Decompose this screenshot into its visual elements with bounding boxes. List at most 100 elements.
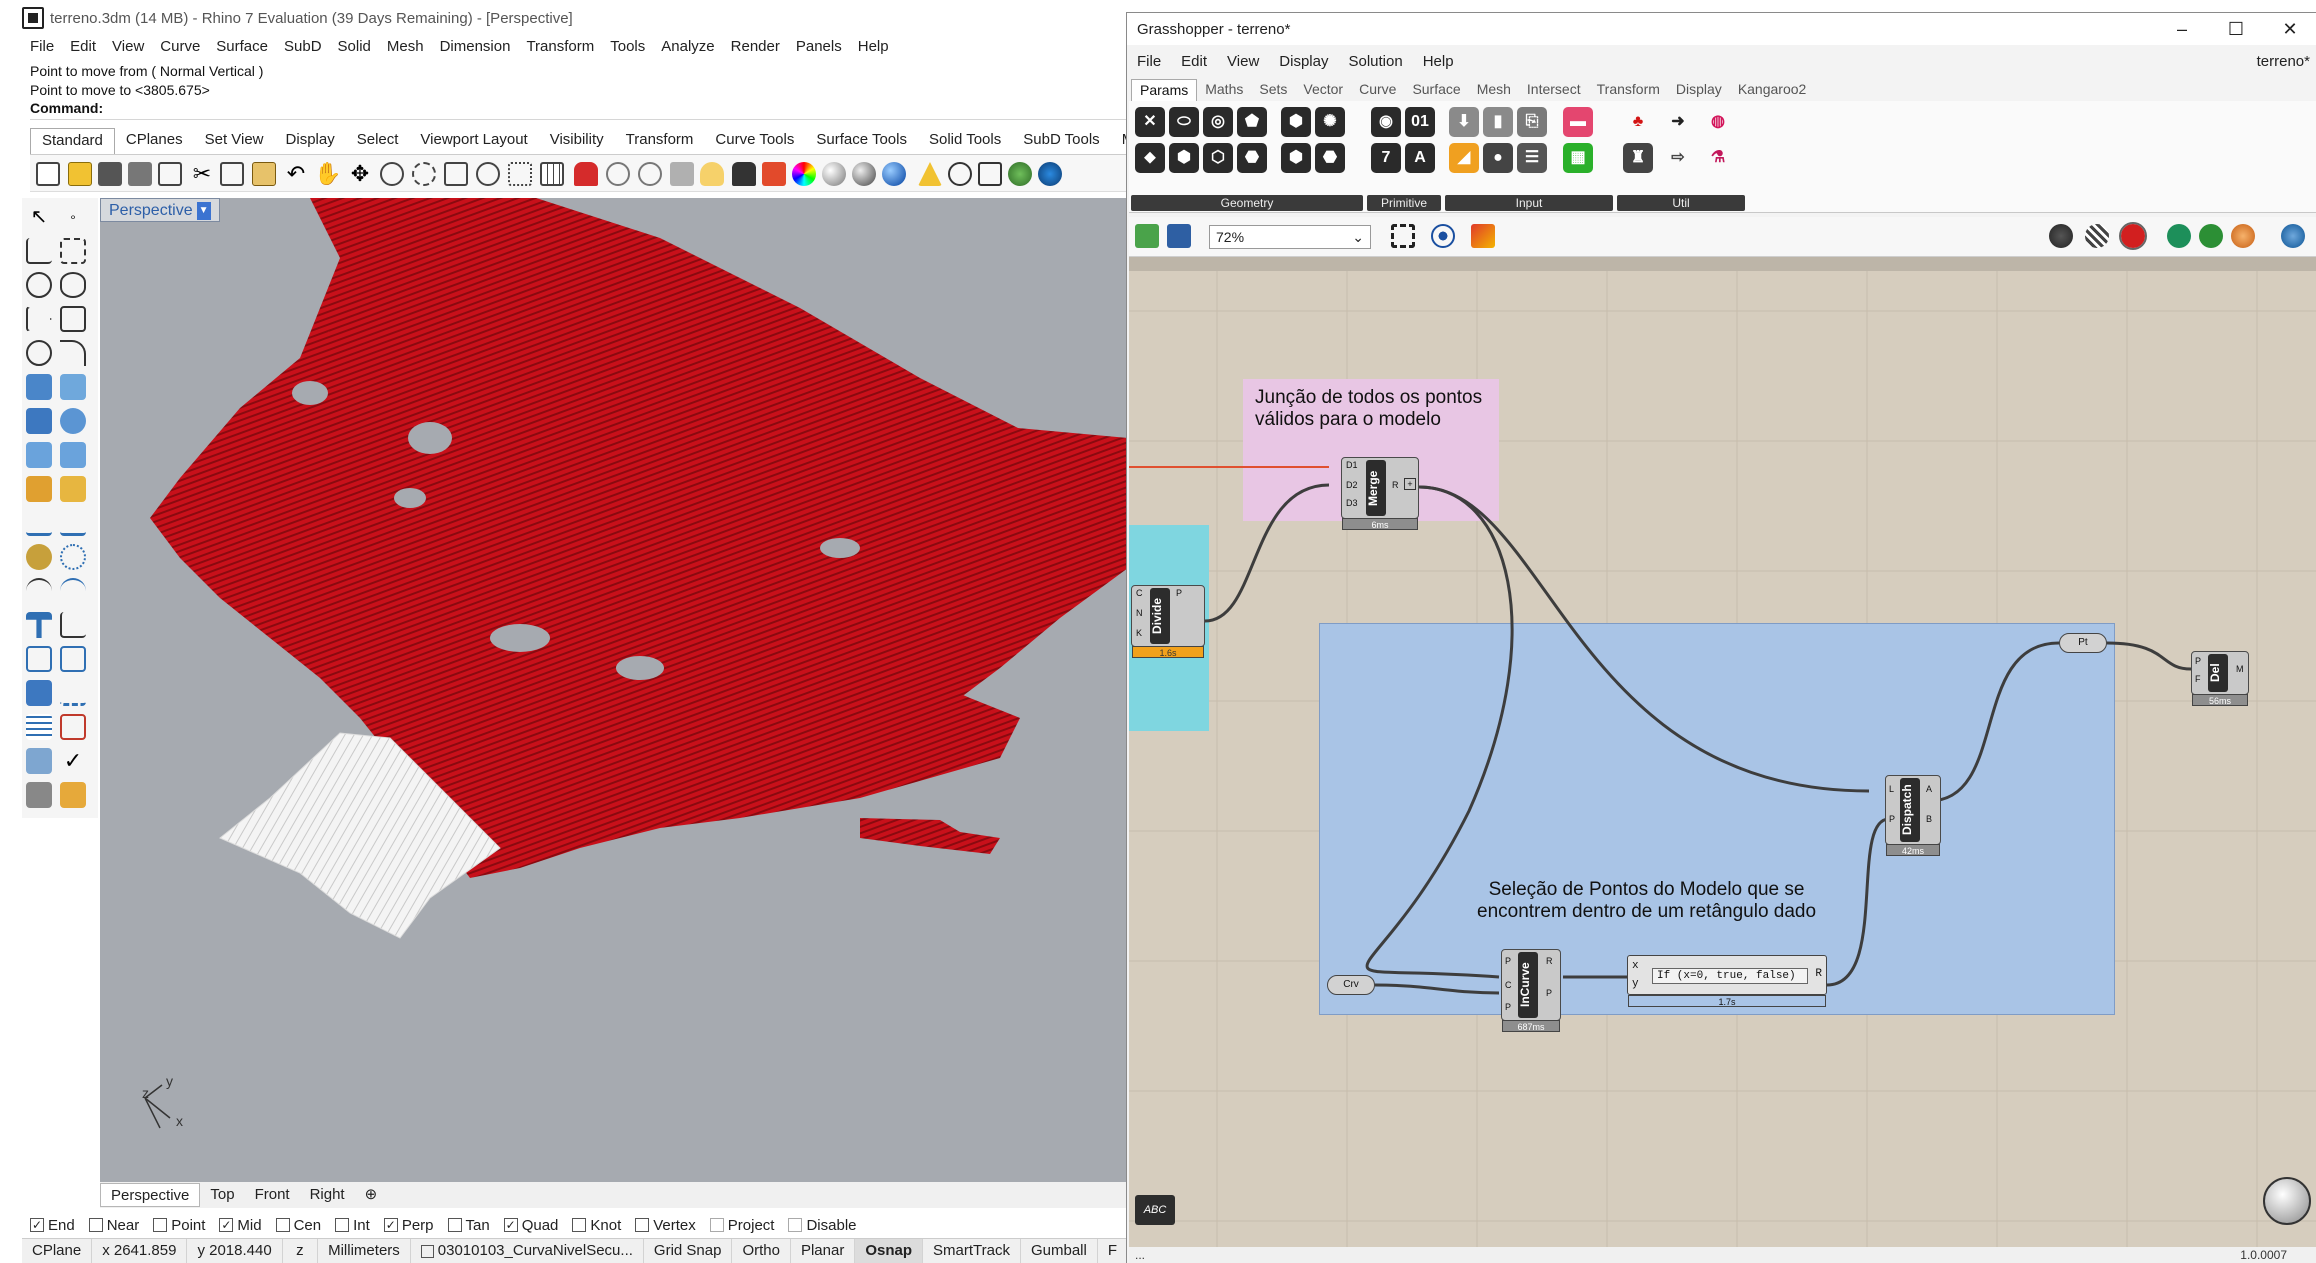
split-icon[interactable] (60, 578, 86, 604)
boolean-param-icon[interactable]: ◉ (1371, 107, 1401, 137)
rectangle-icon[interactable] (60, 306, 86, 332)
tab-visibility[interactable]: Visibility (539, 128, 615, 154)
gh-tab-maths[interactable]: Maths (1197, 79, 1251, 101)
gh-tab-vector[interactable]: Vector (1295, 79, 1351, 101)
four-viewports-icon[interactable] (540, 162, 564, 186)
plane-param-icon[interactable]: ⬣ (1237, 143, 1267, 173)
cylinder-icon[interactable] (26, 442, 52, 468)
relay-arrow-icon[interactable]: ➜ (1663, 107, 1693, 137)
merge-input-d2[interactable]: D2 (1346, 480, 1358, 490)
pan-hand-icon[interactable]: ✋ (314, 162, 341, 186)
points-icon[interactable] (60, 544, 86, 570)
gh-tab-sets[interactable]: Sets (1251, 79, 1295, 101)
osnap-near[interactable]: Near (88, 1217, 139, 1234)
select-icon[interactable] (638, 162, 662, 186)
cherry-picker-icon[interactable]: ♣ (1623, 107, 1653, 137)
fillet-icon[interactable] (60, 340, 86, 366)
gh-tab-display[interactable]: Display (1668, 79, 1730, 101)
ribbon-label-util[interactable]: Util (1617, 195, 1745, 211)
text-param-icon[interactable]: A (1405, 143, 1435, 173)
tab-set-view[interactable]: Set View (194, 128, 275, 154)
gh-menu-view[interactable]: View (1227, 53, 1259, 75)
expression-input-y[interactable]: y (1632, 978, 1639, 990)
osnap-vertex[interactable]: Vertex (635, 1217, 696, 1234)
panel-input-icon[interactable]: ⎘ (1517, 107, 1547, 137)
preview-shaded-icon[interactable] (2119, 222, 2147, 250)
paint-icon[interactable] (60, 782, 86, 808)
divide-output-p[interactable]: P (1176, 588, 1182, 598)
drafting-icon[interactable] (26, 782, 52, 808)
gh-tab-kangaroo2[interactable]: Kangaroo2 (1730, 79, 1815, 101)
dispatch-input-p[interactable]: P (1889, 814, 1895, 824)
viewport-tab-perspective[interactable]: Perspective (100, 1183, 201, 1207)
line-param-icon[interactable]: ⬡ (1203, 143, 1233, 173)
menu-analyze[interactable]: Analyze (661, 38, 714, 60)
brep-param-icon[interactable]: ⬢ (1169, 143, 1199, 173)
dimension-tool-icon[interactable] (26, 510, 52, 536)
menu-help[interactable]: Help (858, 38, 889, 60)
expression-text[interactable]: If (x=0, true, false) (1652, 968, 1808, 984)
tab-display[interactable]: Display (275, 128, 346, 154)
tab-select[interactable]: Select (346, 128, 410, 154)
gear-icon[interactable] (948, 162, 972, 186)
ribbon-label-primitive[interactable]: Primitive (1367, 195, 1441, 211)
divide-input-n[interactable]: N (1136, 608, 1143, 618)
extrude-icon[interactable] (60, 442, 86, 468)
point-param-icon[interactable]: ⬥ (1135, 143, 1165, 173)
preview-off-icon[interactable] (2049, 224, 2073, 248)
save-icon[interactable] (98, 162, 122, 186)
bake-icon[interactable] (2281, 224, 2305, 248)
menu-render[interactable]: Render (731, 38, 780, 60)
graph-input-icon[interactable]: ◢ (1449, 143, 1479, 173)
viewport-tab-right[interactable]: Right (300, 1183, 355, 1207)
ribbon-label-input[interactable]: Input (1445, 195, 1613, 211)
menu-panels[interactable]: Panels (796, 38, 842, 60)
paint-bucket-icon[interactable] (762, 162, 786, 186)
rotate-view-icon[interactable]: ✥ (348, 162, 372, 186)
osnap-int[interactable]: Int (335, 1217, 370, 1234)
zoom-extents-icon[interactable] (1391, 224, 1415, 248)
incurve-input-c[interactable]: C (1505, 980, 1512, 990)
merge-component[interactable]: D1 D2 D3 Merge R + 6ms (1341, 457, 1419, 530)
mesh-param-icon[interactable]: ⬢ (1281, 107, 1311, 137)
field-param-icon[interactable]: ✺ (1315, 107, 1345, 137)
crv-param[interactable]: Crv (1327, 975, 1375, 995)
gh-menu-edit[interactable]: Edit (1181, 53, 1207, 75)
arc-icon[interactable] (26, 340, 52, 366)
solid-tools-icon[interactable] (26, 680, 52, 706)
minimize-icon[interactable]: – (2155, 13, 2209, 45)
globe-icon[interactable] (1008, 162, 1032, 186)
zoom-extents-icon[interactable] (444, 162, 468, 186)
dispatch-output-a[interactable]: A (1926, 784, 1932, 794)
osnap-tan[interactable]: Tan (447, 1217, 490, 1234)
toggle-input-icon[interactable]: ● (1483, 143, 1513, 173)
open-folder-icon[interactable] (68, 162, 92, 186)
warning-icon[interactable] (918, 162, 942, 186)
merge-output-r[interactable]: R (1392, 480, 1399, 490)
list-input-icon[interactable]: ☰ (1517, 143, 1547, 173)
gh-tab-curve[interactable]: Curve (1351, 79, 1404, 101)
gradient-input-icon[interactable]: ▬ (1563, 107, 1593, 137)
shaded-sphere-icon[interactable] (822, 162, 846, 186)
osnap-end[interactable]: ✓ End (30, 1217, 75, 1234)
boolean-icon[interactable] (26, 544, 52, 570)
curve-param-icon[interactable]: ◎ (1203, 107, 1233, 137)
tab-viewport-layout[interactable]: Viewport Layout (409, 128, 538, 154)
del-input-f[interactable]: F (2195, 674, 2201, 684)
preview-mesh-icon[interactable] (2199, 224, 2223, 248)
circle-icon[interactable] (26, 272, 52, 298)
surface-icon[interactable] (26, 374, 52, 400)
menu-curve[interactable]: Curve (160, 38, 200, 60)
add-viewport-icon[interactable]: ⊕ (355, 1183, 388, 1207)
menu-dimension[interactable]: Dimension (440, 38, 511, 60)
gh-menu-file[interactable]: File (1137, 53, 1161, 75)
pt-param[interactable]: Pt (2059, 633, 2107, 653)
ribbon-label-geometry[interactable]: Geometry (1131, 195, 1363, 211)
polyline-icon[interactable] (26, 238, 52, 264)
menu-solid[interactable]: Solid (338, 38, 371, 60)
menu-edit[interactable]: Edit (70, 38, 96, 60)
status-layer[interactable]: 03010103_CurvaNivelSecu... (411, 1239, 644, 1263)
del-component[interactable]: P F Del M 56ms (2191, 651, 2249, 706)
sketch-icon[interactable] (1471, 224, 1495, 248)
gh-tab-surface[interactable]: Surface (1404, 79, 1468, 101)
